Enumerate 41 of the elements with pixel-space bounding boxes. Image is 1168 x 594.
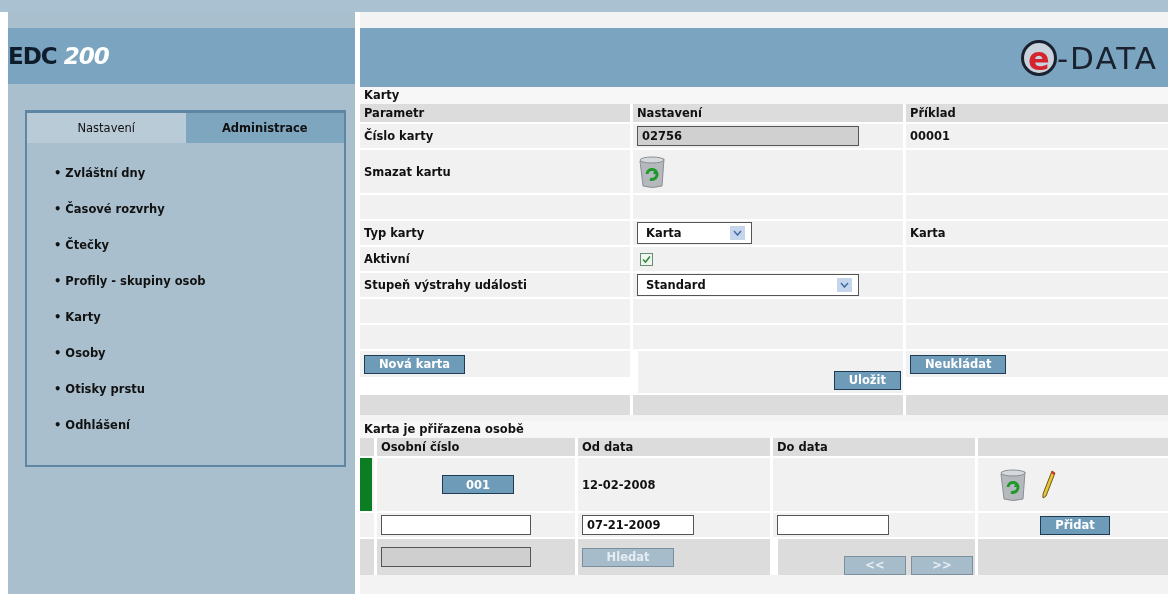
dropdown[interactable]: Standard [637, 274, 859, 296]
field-label: Aktivní [360, 247, 630, 271]
recycle-bin-icon[interactable] [637, 154, 667, 189]
field-label: Číslo karty [360, 124, 630, 148]
dropdown[interactable]: Karta [637, 222, 752, 244]
column-header: Příklad [906, 104, 1168, 122]
menu-item[interactable]: • Karty [54, 299, 344, 335]
recycle-bin-icon[interactable] [998, 467, 1028, 502]
product-title: EDC 200 [8, 43, 109, 69]
example-value: Karta [906, 221, 1168, 245]
section-title: Karty [360, 87, 1168, 104]
column-header: Osobní číslo [377, 438, 575, 456]
person-number-field[interactable] [381, 515, 531, 535]
table-cell [360, 539, 374, 575]
column-header: Do data [773, 438, 975, 456]
from-date-field[interactable]: 07-21-2009 [582, 515, 694, 535]
example-value: 00001 [906, 124, 1168, 148]
tab[interactable]: Nastavení [27, 113, 186, 143]
menu-item[interactable]: • Zvláštní dny [54, 155, 344, 191]
field-label: Stupeň výstrahy události [360, 273, 630, 297]
menu-item[interactable]: • Osoby [54, 335, 344, 371]
column-header: Nastavení [633, 104, 903, 122]
card-number-field[interactable]: 02756 [637, 126, 859, 146]
tab[interactable]: Administrace [185, 113, 344, 143]
column-header: Od data [578, 438, 770, 456]
menu-item[interactable]: • Časové rozvrhy [54, 191, 344, 227]
checkbox[interactable] [640, 252, 653, 266]
logo-mark: e [1020, 39, 1057, 76]
menu-item[interactable]: • Otisky prstu [54, 371, 344, 407]
pencil-icon[interactable] [1042, 469, 1056, 500]
field-label: Typ karty [360, 221, 630, 245]
menu-item[interactable]: • Odhlášení [54, 407, 344, 443]
field-label: Smazat kartu [360, 150, 630, 193]
menu-item[interactable]: • Čtečky [54, 227, 344, 263]
logo-text: -DATA [1056, 39, 1158, 76]
to-date-field[interactable] [777, 515, 889, 535]
section-title: Karta je přiřazena osobě [360, 421, 1168, 438]
table-cell [360, 438, 374, 456]
date-value: 12-02-2008 [578, 458, 770, 511]
column-header: Parametr [360, 104, 630, 122]
menu-item[interactable]: • Profily - skupiny osob [54, 263, 344, 299]
